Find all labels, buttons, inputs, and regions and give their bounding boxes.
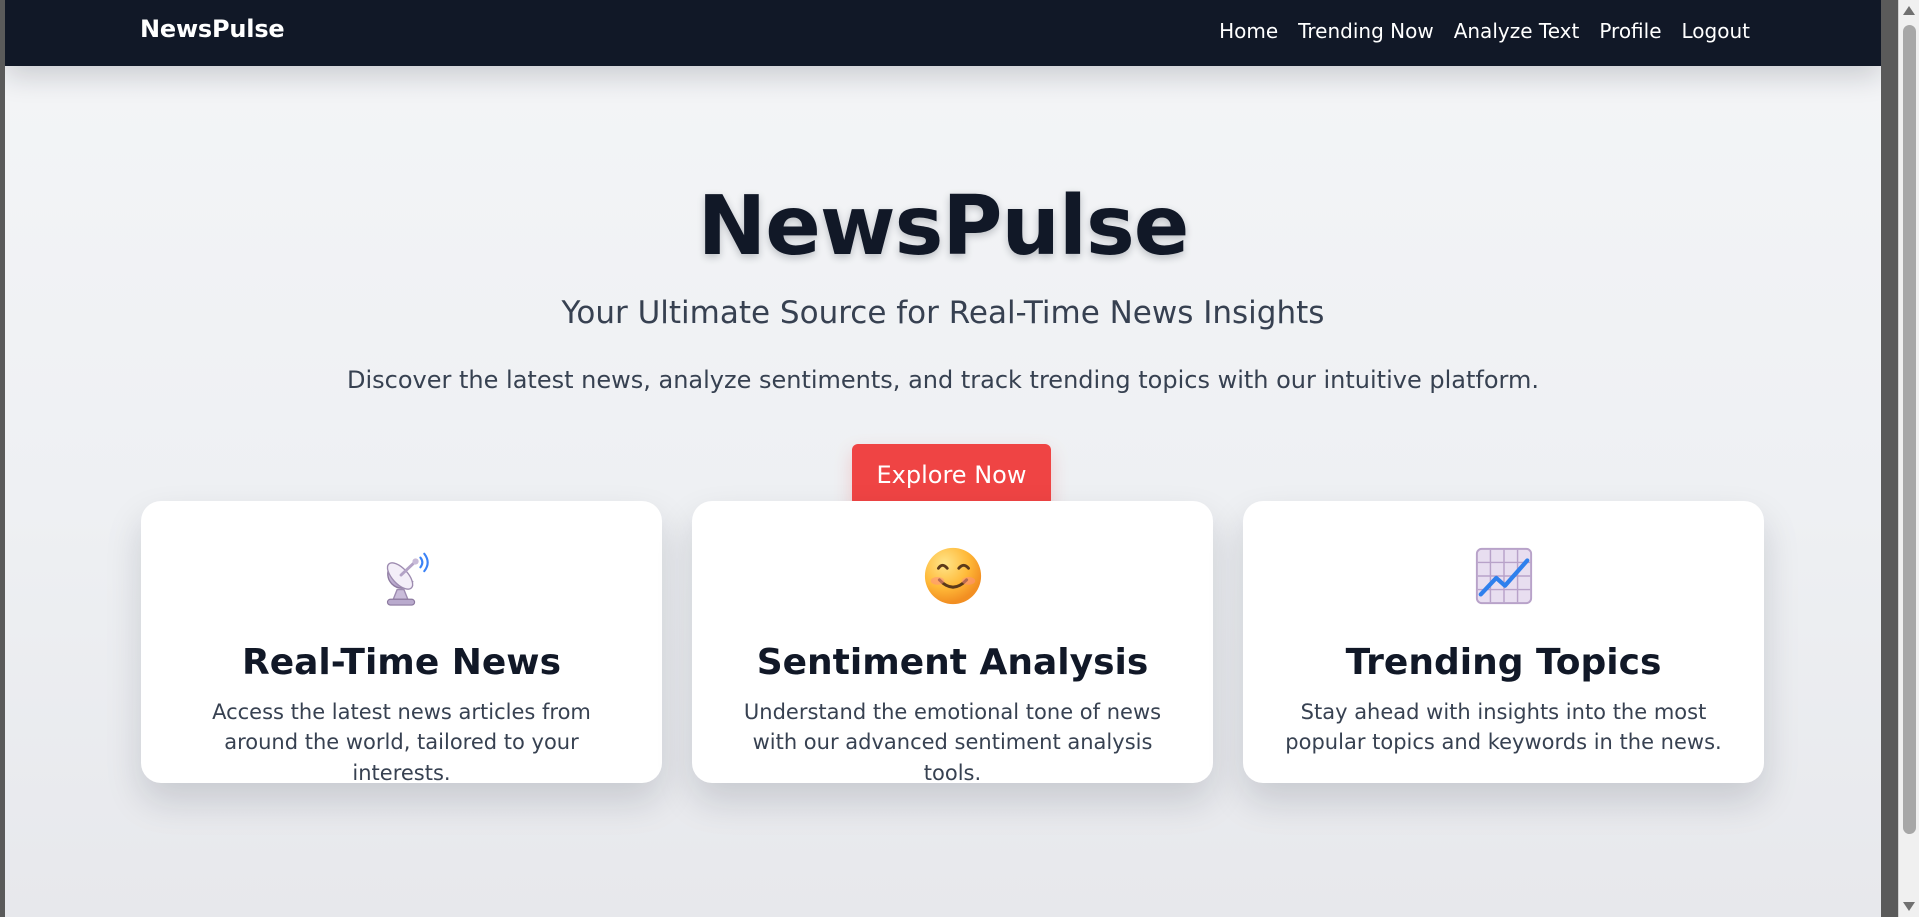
home-page: NewsPulse Home Trending Now Analyze Text…	[5, 0, 1881, 917]
browser-viewport: NewsPulse Home Trending Now Analyze Text…	[0, 0, 1919, 917]
feature-description: Access the latest news articles from aro…	[212, 700, 591, 785]
feature-card-sentiment-analysis[interactable]: Sentiment Analysis Understand the emotio…	[692, 501, 1213, 785]
explore-now-button[interactable]: Explore Now	[852, 444, 1051, 506]
scroll-up-arrow[interactable]	[1903, 6, 1915, 15]
scrollbar-thumb[interactable]	[1903, 25, 1916, 834]
feature-card-real-time-news[interactable]: Real-Time News Access the latest news ar…	[141, 501, 662, 785]
hero-description: Discover the latest news, analyze sentim…	[347, 366, 1539, 394]
feature-description: Understand the emotional tone of news wi…	[743, 700, 1162, 785]
vertical-scrollbar[interactable]	[1898, 0, 1919, 917]
brand-link[interactable]: NewsPulse	[140, 15, 285, 43]
nav-logout[interactable]: Logout	[1682, 19, 1750, 43]
nav-home[interactable]: Home	[1219, 19, 1278, 43]
nav-profile[interactable]: Profile	[1599, 19, 1661, 43]
feature-cards: Real-Time News Access the latest news ar…	[141, 501, 1765, 785]
nav-trending-now[interactable]: Trending Now	[1298, 19, 1434, 43]
smiling-face-icon	[924, 547, 982, 605]
nav-analyze-text[interactable]: Analyze Text	[1454, 19, 1580, 43]
top-navigation-bar: NewsPulse Home Trending Now Analyze Text…	[5, 0, 1881, 66]
feature-title: Real-Time News	[241, 642, 561, 683]
scroll-down-arrow[interactable]	[1903, 902, 1915, 911]
feature-title: Trending Topics	[1345, 642, 1662, 683]
hero-title: NewsPulse	[697, 179, 1190, 274]
hero-subtitle: Your Ultimate Source for Real-Time News …	[561, 295, 1325, 331]
main-navigation: Home Trending Now Analyze Text Profile L…	[1219, 19, 1750, 43]
satellite-dish-icon	[386, 552, 429, 606]
feature-title: Sentiment Analysis	[756, 642, 1149, 683]
trend-chart-icon	[1475, 547, 1533, 605]
feature-card-trending-topics[interactable]: Trending Topics Stay ahead with insights…	[1243, 501, 1764, 783]
feature-description: Stay ahead with insights into the most p…	[1285, 700, 1722, 755]
